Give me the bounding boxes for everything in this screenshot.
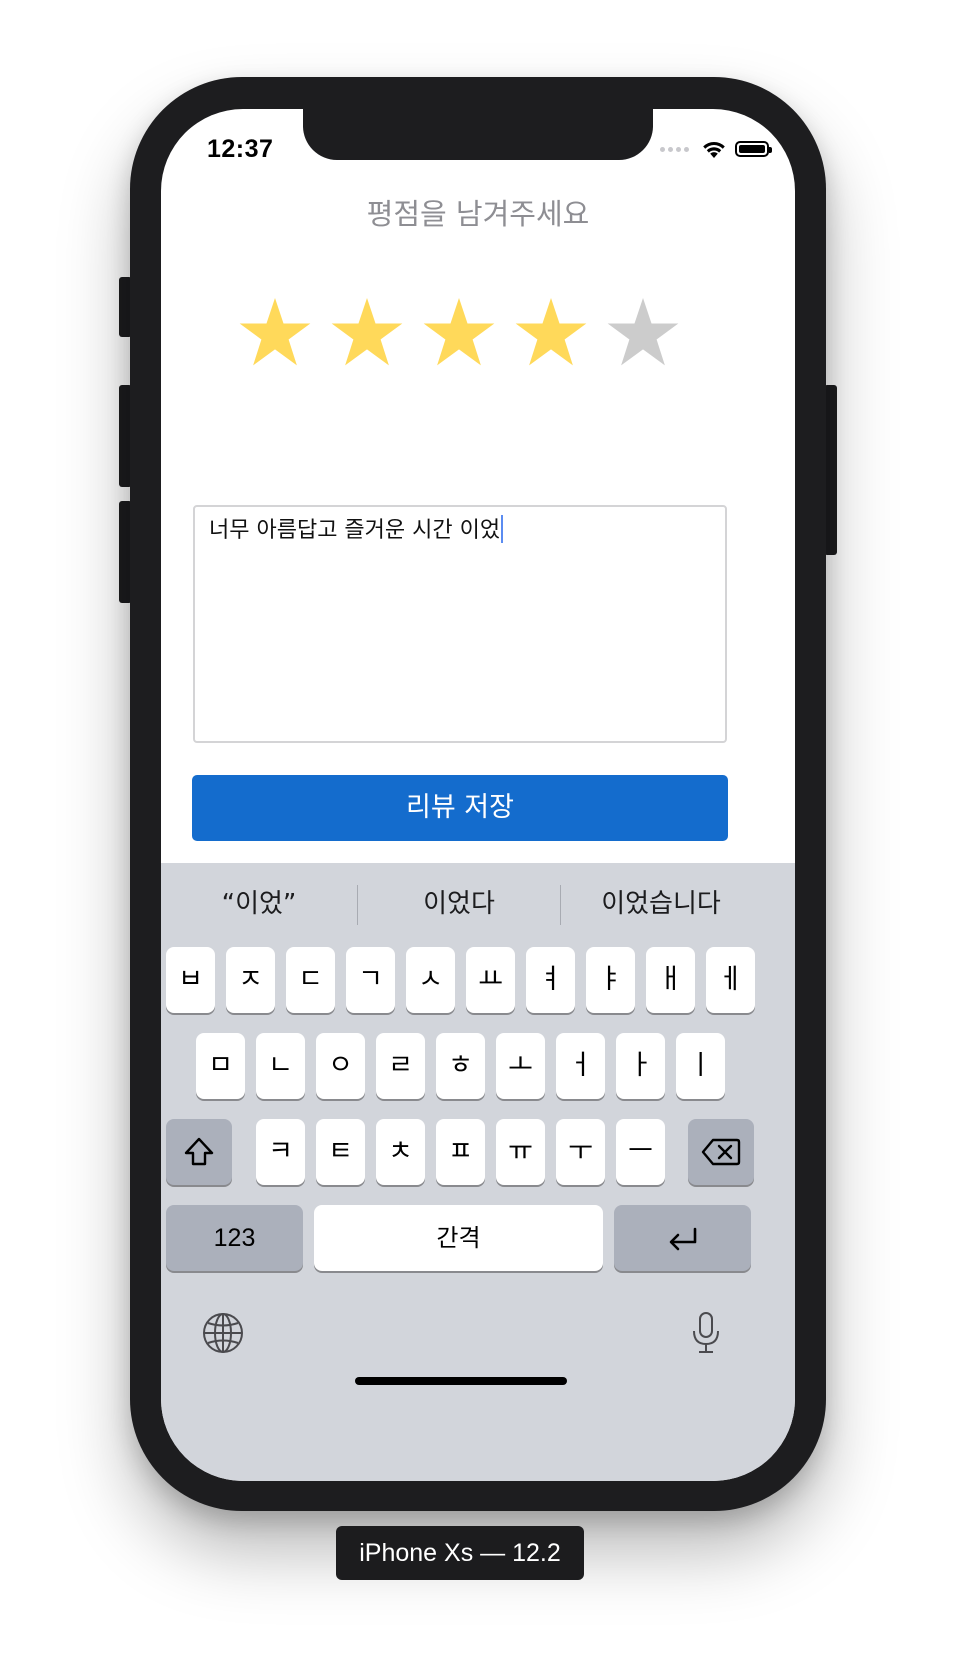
numbers-key[interactable]: 123	[166, 1205, 303, 1271]
key-yo[interactable]: ㅛ	[466, 947, 515, 1013]
key-u[interactable]: ㅜ	[556, 1119, 605, 1185]
wifi-icon	[703, 141, 725, 158]
star-2[interactable]	[329, 295, 405, 371]
key-kieuk[interactable]: ㅋ	[256, 1119, 305, 1185]
status-time: 12:37	[207, 135, 274, 163]
suggestion-bar: “이었” 이었다 이었습니다	[161, 863, 795, 945]
key-hieut[interactable]: ㅎ	[436, 1033, 485, 1099]
cellular-signal-icon	[660, 146, 689, 152]
key-yeo[interactable]: ㅕ	[526, 947, 575, 1013]
key-digeut[interactable]: ㄷ	[286, 947, 335, 1013]
globe-icon[interactable]	[201, 1311, 245, 1355]
key-giyeok[interactable]: ㄱ	[346, 947, 395, 1013]
return-icon	[669, 1227, 696, 1251]
star-4[interactable]	[513, 295, 589, 371]
save-review-button[interactable]: 리뷰 저장	[192, 775, 728, 841]
key-a[interactable]: ㅏ	[616, 1033, 665, 1099]
review-text: 너무 아름답고 즐거운 시간 이었	[209, 518, 501, 543]
key-pieup[interactable]: ㅍ	[436, 1119, 485, 1185]
suggestion-3[interactable]: 이었습니다	[561, 883, 761, 925]
key-eo[interactable]: ㅓ	[556, 1033, 605, 1099]
battery-icon	[735, 141, 772, 157]
notch	[303, 109, 653, 160]
shift-key[interactable]	[166, 1119, 232, 1185]
key-eu[interactable]: ㅡ	[616, 1119, 665, 1185]
key-e[interactable]: ㅔ	[706, 947, 755, 1013]
key-ya[interactable]: ㅑ	[586, 947, 635, 1013]
key-ieung[interactable]: ㅇ	[316, 1033, 365, 1099]
key-ae[interactable]: ㅐ	[646, 947, 695, 1013]
return-key[interactable]	[614, 1205, 751, 1271]
text-caret	[501, 515, 504, 543]
key-o[interactable]: ㅗ	[496, 1033, 545, 1099]
key-tieut[interactable]: ㅌ	[316, 1119, 365, 1185]
key-bieup[interactable]: ㅂ	[166, 947, 215, 1013]
device-screen: 12:37 평점을 남겨주세요 너무 아름답고 즐거운 시간 이었 리뷰 저장 …	[161, 109, 795, 1481]
key-jieut[interactable]: ㅈ	[226, 947, 275, 1013]
star-1[interactable]	[237, 295, 313, 371]
delete-key[interactable]	[688, 1119, 754, 1185]
shift-icon	[184, 1137, 214, 1166]
microphone-icon[interactable]	[691, 1311, 721, 1355]
rating-prompt: 평점을 남겨주세요	[366, 197, 590, 231]
key-mieum[interactable]: ㅁ	[196, 1033, 245, 1099]
simulator-device-label: iPhone Xs — 12.2	[336, 1526, 584, 1580]
status-icons	[660, 137, 772, 161]
key-nieun[interactable]: ㄴ	[256, 1033, 305, 1099]
key-yu[interactable]: ㅠ	[496, 1119, 545, 1185]
home-indicator[interactable]	[355, 1377, 567, 1385]
simulator-window: 12:37 평점을 남겨주세요 너무 아름답고 즐거운 시간 이었 리뷰 저장 …	[0, 0, 956, 1664]
star-5[interactable]	[605, 295, 681, 371]
delete-icon	[701, 1138, 741, 1166]
space-key[interactable]: 간격	[314, 1205, 603, 1271]
star-3[interactable]	[421, 295, 497, 371]
korean-keyboard: “이었” 이었다 이었습니다 ㅂ ㅈ ㄷ ㄱ ㅅ ㅛ ㅕ ㅑ ㅐ ㅔ ㅁ ㄴ ㅇ…	[161, 863, 795, 1481]
review-text-area[interactable]: 너무 아름답고 즐거운 시간 이었	[193, 505, 727, 743]
key-i[interactable]: ㅣ	[676, 1033, 725, 1099]
suggestion-2[interactable]: 이었다	[358, 883, 560, 925]
key-rieul[interactable]: ㄹ	[376, 1033, 425, 1099]
star-rating[interactable]	[237, 295, 727, 371]
key-chieut[interactable]: ㅊ	[376, 1119, 425, 1185]
suggestion-1[interactable]: “이었”	[161, 883, 357, 925]
key-siot[interactable]: ㅅ	[406, 947, 455, 1013]
